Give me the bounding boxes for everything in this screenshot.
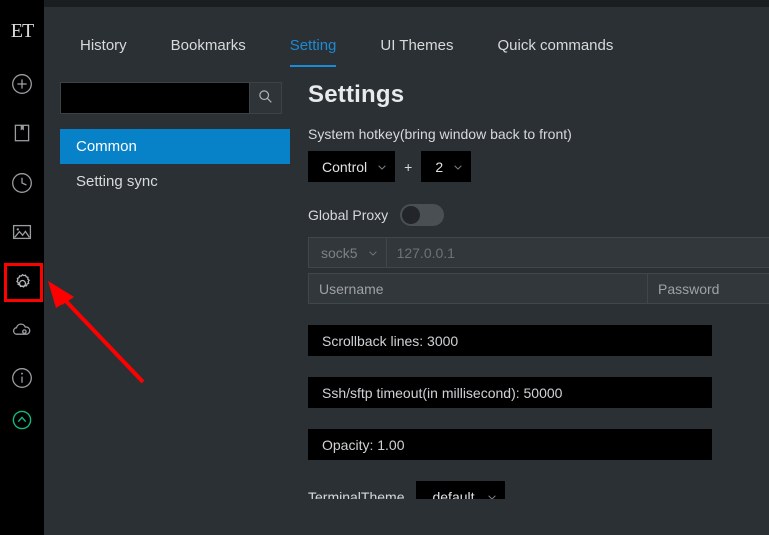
plus-circle-icon xyxy=(11,73,33,95)
settings-category-list: Common Setting sync xyxy=(60,129,290,199)
sidebar-item-common[interactable]: Common xyxy=(60,129,290,164)
hotkey-key-select[interactable]: 2 xyxy=(421,151,471,182)
rail-item-new-tab[interactable] xyxy=(0,62,44,106)
global-proxy-row: Global Proxy xyxy=(308,204,769,226)
terminal-theme-row: TerminalTheme default xyxy=(308,481,769,499)
global-proxy-label: Global Proxy xyxy=(308,207,388,223)
tab-bar: History Bookmarks Setting UI Themes Quic… xyxy=(44,17,769,67)
chevron-up-circle-icon xyxy=(11,409,33,431)
search-button[interactable] xyxy=(249,83,281,113)
proxy-password-input[interactable] xyxy=(648,273,769,304)
search-icon xyxy=(258,89,273,107)
proxy-credentials-row xyxy=(308,273,769,304)
image-icon xyxy=(11,221,33,243)
tab-history[interactable]: History xyxy=(58,38,149,67)
proxy-host-input[interactable] xyxy=(387,237,769,268)
main-area: History Bookmarks Setting UI Themes Quic… xyxy=(44,0,769,535)
hotkey-key-value: 2 xyxy=(435,159,443,175)
rail-item-history[interactable] xyxy=(0,161,44,205)
proxy-type-select[interactable]: sock5 xyxy=(308,237,387,268)
chevron-down-icon xyxy=(454,165,462,170)
search-box xyxy=(60,82,282,114)
toggle-knob xyxy=(402,206,420,224)
hotkey-row: Control + 2 xyxy=(308,151,769,182)
rail-item-bookmarks[interactable] xyxy=(0,111,44,155)
terminal-theme-select[interactable]: default xyxy=(416,481,504,499)
rail-item-about[interactable] xyxy=(0,356,44,400)
opacity-field[interactable] xyxy=(308,429,712,460)
sidebar-item-setting-sync[interactable]: Setting sync xyxy=(60,164,290,199)
scrollback-lines-field[interactable] xyxy=(308,325,712,356)
tab-ui-themes[interactable]: UI Themes xyxy=(358,38,475,67)
page-title: Settings xyxy=(308,81,769,109)
tab-setting[interactable]: Setting xyxy=(268,38,359,67)
rail-item-upgrade[interactable] xyxy=(0,398,44,442)
cloud-icon xyxy=(11,319,33,341)
clock-icon xyxy=(11,172,33,194)
hotkey-modifier-select[interactable]: Control xyxy=(308,151,395,182)
info-icon xyxy=(11,367,33,389)
proxy-type-value: sock5 xyxy=(321,245,358,261)
left-icon-rail: ET xyxy=(0,0,44,535)
terminal-theme-label: TerminalTheme xyxy=(308,489,404,499)
proxy-username-input[interactable] xyxy=(308,273,648,304)
hotkey-separator: + xyxy=(395,159,421,175)
app-window: ET xyxy=(0,0,769,535)
hotkey-label: System hotkey(bring window back to front… xyxy=(308,126,769,142)
rail-item-settings[interactable] xyxy=(0,261,44,305)
chevron-down-icon xyxy=(378,165,386,170)
tab-quick-commands[interactable]: Quick commands xyxy=(476,38,636,67)
app-logo: ET xyxy=(0,10,44,52)
gear-icon xyxy=(11,272,34,295)
chevron-down-icon xyxy=(488,495,496,499)
hotkey-modifier-value: Control xyxy=(322,159,367,175)
search-input[interactable] xyxy=(61,83,249,113)
settings-content: Common Setting sync Settings System hotk… xyxy=(44,67,769,499)
rail-item-setting-sync[interactable] xyxy=(0,308,44,352)
terminal-theme-value: default xyxy=(432,489,474,499)
settings-pane: Settings System hotkey(bring window back… xyxy=(290,67,769,499)
book-icon xyxy=(11,122,33,144)
window-top-strip xyxy=(44,0,769,7)
tab-bookmarks[interactable]: Bookmarks xyxy=(149,38,268,67)
ssh-timeout-field[interactable] xyxy=(308,377,712,408)
global-proxy-toggle[interactable] xyxy=(400,204,444,226)
rail-item-ui-themes[interactable] xyxy=(0,210,44,254)
settings-sidebar: Common Setting sync xyxy=(44,67,290,499)
proxy-host-row: sock5 xyxy=(308,237,769,268)
chevron-down-icon xyxy=(369,251,377,256)
